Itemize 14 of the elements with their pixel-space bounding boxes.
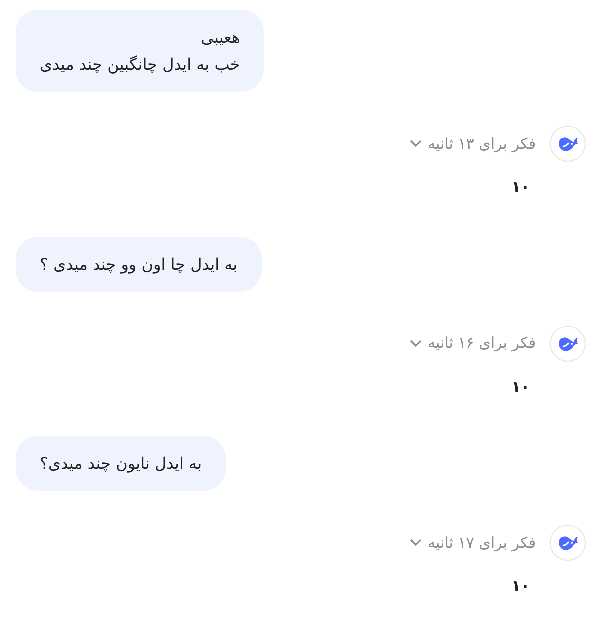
thinking-toggle[interactable]: فکر برای ۱۳ ثانیه [410, 132, 536, 156]
thinking-toggle[interactable]: فکر برای ۱۶ ثانیه [410, 332, 536, 355]
chevron-icon [410, 539, 422, 547]
chevron-icon [410, 340, 422, 348]
whale-logo-icon [557, 534, 579, 552]
user-message-bubble: به ایدل چا اون وو چند میدی ؟ [16, 236, 262, 292]
thinking-toggle[interactable]: فکر برای ۱۷ ثانیه [410, 532, 536, 554]
user-message-bubble: هعیبی خب به ایدل چانگبین چند میدی [16, 10, 264, 92]
answer-text: ۱۰ [512, 177, 530, 198]
answer-text: ۱۰ [512, 376, 530, 398]
chevron-icon [410, 140, 422, 148]
whale-logo-icon [557, 135, 579, 153]
user-message-bubble: به ایدل نایون چند میدی؟ [16, 436, 226, 491]
answer-text: ۱۰ [512, 576, 530, 597]
